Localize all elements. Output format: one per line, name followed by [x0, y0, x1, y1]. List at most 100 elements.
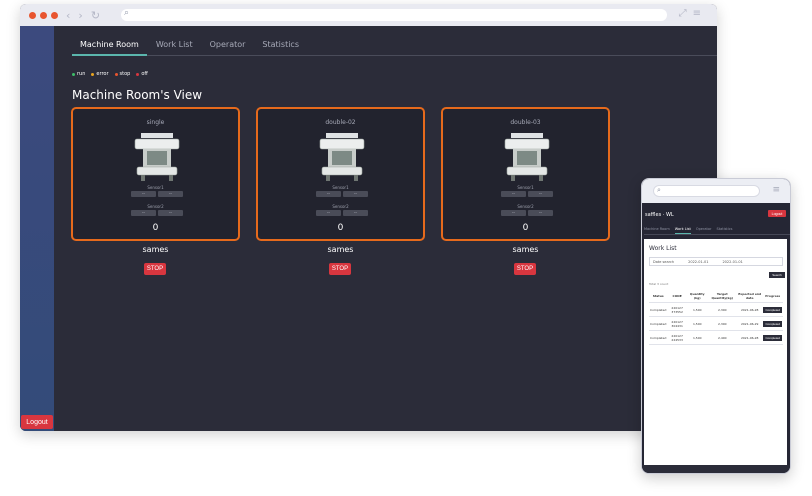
sensor-value: -- [501, 191, 526, 197]
error-swatch [91, 72, 95, 76]
legend-error: error [91, 71, 109, 77]
completed-button[interactable]: Completed [763, 320, 782, 327]
progress-cell: Completed [762, 316, 783, 331]
browser-toolbar: ‹ › ↻ ⌕ ⤢≡ [20, 4, 717, 26]
window-maximize-dot[interactable] [51, 11, 58, 19]
column-header: Progress [762, 290, 783, 303]
knitting-machine-icon [319, 133, 365, 181]
sensor2-label: Sensor2 [517, 204, 534, 209]
sensor2-values: -- -- [131, 210, 183, 216]
status-legend: run error stop off [72, 71, 154, 77]
menu-icon[interactable]: ≡ [693, 8, 707, 19]
back-icon[interactable]: ‹ [66, 10, 70, 21]
end-date-cell: 2021-06-28 [736, 302, 763, 317]
legend-label: stop [119, 71, 131, 77]
target-cell: 2,300 [707, 302, 737, 317]
tab-statistics[interactable]: Statistics [717, 227, 733, 234]
table-row: Completed 220127 304431 1,500 2,300 2021… [649, 316, 783, 331]
end-date-cell: 2021-06-29 [736, 316, 763, 331]
sensor-value: -- [131, 191, 156, 197]
legend-label: off [141, 71, 148, 77]
tab-machine-room[interactable]: Machine Room [644, 227, 670, 234]
machine-count: 0 [337, 223, 344, 233]
main-content: Machine Room Work List Operator Statisti… [54, 26, 717, 431]
sensor2-label: Sensor2 [332, 204, 349, 209]
column-header: Expected end date [736, 290, 763, 303]
target-cell: 2,300 [707, 316, 737, 331]
mobile-logout-button[interactable]: Logout [768, 210, 786, 217]
logout-button[interactable]: Logout [21, 415, 53, 429]
sensor-value: -- [316, 210, 341, 216]
mobile-tab-bar: Machine Room Work List Operator Statisti… [644, 227, 790, 235]
completed-button[interactable]: Completed [763, 306, 782, 313]
quantity-cell: 1,500 [686, 330, 708, 345]
machine-count: 0 [522, 223, 529, 233]
tab-machine-room[interactable]: Machine Room [72, 34, 147, 56]
knitting-machine-icon [504, 133, 550, 181]
sensor-value: -- [501, 210, 526, 216]
search-icon: ⌕ [124, 8, 130, 18]
progress-cell: Completed [762, 330, 783, 345]
browser-controls: ⤢≡ [679, 8, 707, 19]
sensor2-label: Sensor2 [147, 204, 164, 209]
tab-bar: Machine Room Work List Operator Statisti… [72, 34, 717, 56]
date-to-field[interactable]: 2022-01-01 [722, 260, 742, 264]
date-search-row: Date search 2022-01-01 2022-01-01 [649, 257, 783, 266]
off-swatch [136, 72, 140, 76]
sensor-value: -- [343, 191, 368, 197]
stop-button[interactable]: STOP [144, 263, 166, 275]
tab-operator[interactable]: Operator [696, 227, 712, 234]
date-from-field[interactable]: 2022-01-01 [688, 260, 708, 264]
search-icon: ⌕ [657, 186, 661, 194]
legend-run: run [72, 71, 85, 77]
sensor-value: -- [158, 191, 183, 197]
column-header: Status [649, 290, 668, 303]
sensor-value: -- [316, 191, 341, 197]
machine-title: double-02 [325, 119, 356, 126]
sensor1-values: -- -- [501, 191, 553, 197]
refresh-icon[interactable]: ↻ [91, 10, 100, 21]
machine-card[interactable]: double-02 Sensor1 -- -- Sensor2 -- -- 0 [256, 107, 425, 241]
legend-off: off [136, 71, 148, 77]
sensor1-label: Sensor1 [332, 185, 349, 190]
forward-icon[interactable]: › [78, 10, 82, 21]
end-date-cell: 2021-06-28 [736, 330, 763, 345]
sensor2-values: -- -- [316, 210, 368, 216]
sensor1-values: -- -- [131, 191, 183, 197]
mobile-search-input[interactable]: ⌕ [653, 185, 760, 197]
work-list-panel: Work List Date search 2022-01-01 2022-01… [644, 239, 787, 465]
machine-name: sames [512, 245, 539, 254]
table-header-row: Status CODE Quantity (kg) Target Quantit… [649, 290, 783, 303]
tab-statistics[interactable]: Statistics [254, 34, 307, 56]
menu-icon[interactable]: ≡ [772, 185, 780, 195]
window-minimize-dot[interactable] [40, 11, 47, 19]
brand-logo: saffles · WL [645, 212, 674, 218]
quantity-cell: 1,500 [686, 302, 708, 317]
sensor-value: -- [131, 210, 156, 216]
stop-button[interactable]: STOP [329, 263, 351, 275]
code-cell: 220127 304431 [667, 316, 687, 331]
search-button[interactable]: Search [769, 272, 785, 278]
total-count: Total 3 count [649, 282, 669, 286]
machine-card[interactable]: single Sensor1 -- -- Sensor2 -- -- 0 [71, 107, 240, 241]
machine-title: single [146, 119, 165, 126]
machine-name: sames [327, 245, 354, 254]
quantity-cell: 1,500 [686, 316, 708, 331]
column-header: CODE [667, 290, 687, 303]
stop-button[interactable]: STOP [514, 263, 536, 275]
sensor1-values: -- -- [316, 191, 368, 197]
tab-work-list[interactable]: Work List [148, 34, 201, 56]
machine-card[interactable]: double-03 Sensor1 -- -- Sensor2 -- -- 0 [441, 107, 610, 241]
desktop-browser-window: ‹ › ↻ ⌕ ⤢≡ Logout Machine Room Work List… [20, 4, 717, 431]
address-bar[interactable]: ⌕ [121, 8, 667, 21]
legend-stop: stop [114, 71, 131, 77]
completed-button[interactable]: Completed [763, 334, 782, 341]
window-close-dot[interactable] [29, 11, 36, 19]
knitting-machine-icon [134, 133, 180, 181]
sensor-value: -- [528, 210, 553, 216]
expand-icon[interactable]: ⤢ [679, 8, 693, 19]
progress-cell: Completed [762, 302, 783, 317]
tab-operator[interactable]: Operator [202, 34, 254, 56]
tab-work-list[interactable]: Work List [674, 227, 691, 234]
work-list-title: Work List [649, 245, 677, 252]
